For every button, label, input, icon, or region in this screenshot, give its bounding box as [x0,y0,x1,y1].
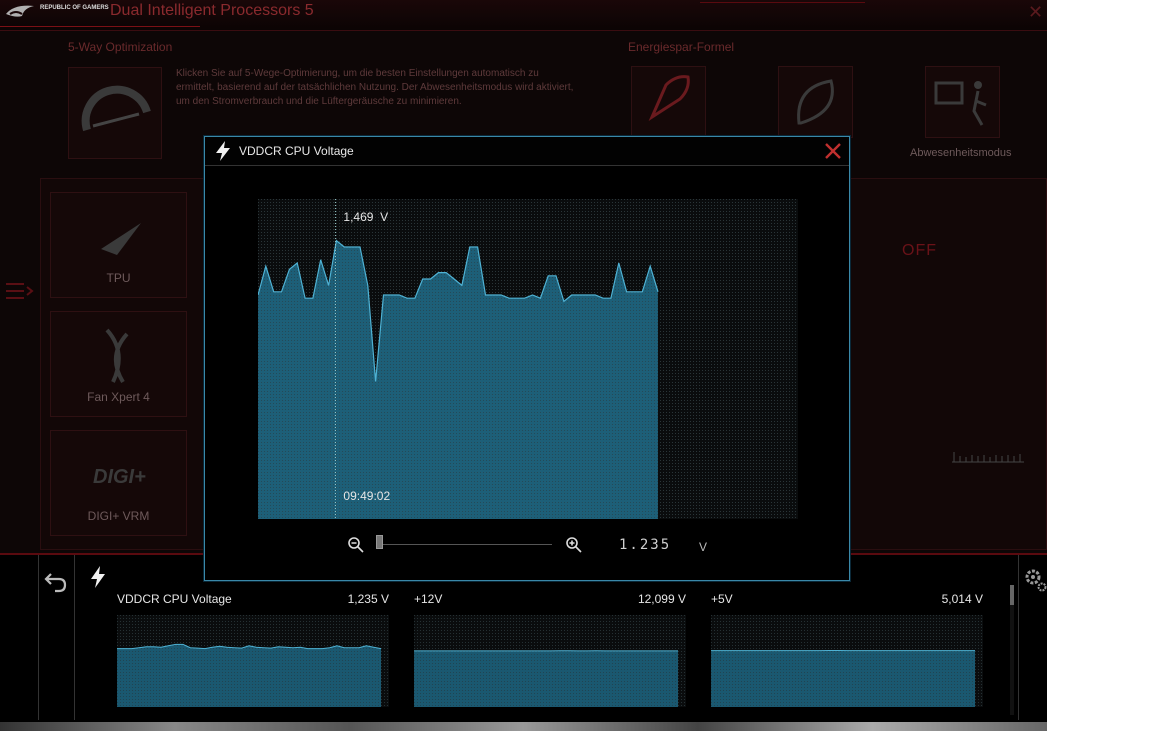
optimization-button[interactable] [68,67,162,159]
gauge-icon [81,85,151,132]
monitor-chart-12v[interactable] [414,615,686,707]
mini-chart-area-texture [117,644,381,707]
monitor-scrollbar[interactable] [1010,585,1014,715]
monitor-chart-5v[interactable] [711,615,983,707]
monitor-chart-vddcr[interactable] [117,615,389,707]
logo-text: REPUBLIC OF GAMERS [40,5,109,11]
voltage-detail-dialog: VDDCR CPU Voltage 1,469 V 09:49:02 1.235 … [204,136,850,581]
divider [38,555,39,720]
rog-logo: REPUBLIC OF GAMERS [4,2,109,24]
rocket-mode-button[interactable] [631,66,706,138]
dialog-header: VDDCR CPU Voltage [205,137,849,166]
undo-icon[interactable] [42,567,70,595]
rocket-icon [648,75,690,121]
current-voltage-readout: 1.235 [619,537,672,553]
tpu-label: TPU [106,271,131,285]
monitor-scroll-thumb[interactable] [1010,585,1014,605]
energy-title: Energiespar-Formel [628,40,735,54]
monitor-value-12v: 12,099 V [637,592,686,606]
title-accent-line [0,26,200,27]
optimization-title: 5-Way Optimization [68,40,173,54]
leaf-icon [797,79,834,125]
mini-chart-area-texture [414,650,678,707]
monitor-label-12v: +12V [414,592,443,606]
eco-mode-button[interactable] [778,66,853,138]
digi-vrm-label: DIGI+ VRM [87,509,150,523]
bolt-icon[interactable] [88,565,108,589]
cursor-time-label: 09:49:02 [343,489,390,503]
fan-xpert-button[interactable]: Fan Xpert 4 [50,311,187,417]
zoom-out-icon[interactable] [347,536,365,554]
bolt-icon [216,141,230,161]
monitor-value-5v: 5,014 V [941,592,983,606]
title-bar: REPUBLIC OF GAMERS Dual Intelligent Proc… [0,0,1047,31]
menu-icon[interactable] [4,280,34,304]
rog-eye-icon [6,5,34,17]
voltage-history-chart[interactable]: 1,469 V 09:49:02 [258,199,798,519]
digi-vrm-button[interactable]: DIGI+ DIGI+ VRM [50,430,187,536]
zoom-slider-track[interactable] [377,544,552,545]
close-icon[interactable] [822,140,844,162]
zoom-slider-thumb[interactable] [376,535,383,549]
monitor-value-vddcr: 1,235 V [347,592,389,606]
zoom-controls: 1.235 V [205,532,849,562]
cursor-value-label: 1,469 V [343,210,388,224]
away-icon [934,81,987,126]
monitor-label-5v: +5V [711,592,733,606]
monitor-label-vddcr: VDDCR CPU Voltage [117,592,232,606]
svg-text:DIGI+: DIGI+ [93,466,146,488]
zoom-in-icon[interactable] [565,536,583,554]
away-mode-button[interactable] [925,66,1000,138]
optimization-description: Klicken Sie auf 5-Wege-Optimierung, um d… [176,68,574,107]
divider [1018,555,1019,720]
window-close-button[interactable]: ✕ [1028,2,1043,23]
away-mode-label: Abwesenheitsmodus [910,147,1012,159]
fan-xpert-label: Fan Xpert 4 [87,390,150,404]
tpu-icon [101,223,141,255]
dialog-title: VDDCR CPU Voltage [239,144,354,158]
current-voltage-unit: V [699,540,708,554]
title-accent-line [700,2,865,3]
tpu-button[interactable]: TPU [50,192,187,298]
background-strip [0,722,1047,731]
gear-icon[interactable] [1022,565,1047,593]
digi-icon: DIGI+ [93,466,146,488]
fan-icon [105,328,129,384]
background-mini-graph [952,452,1024,463]
divider [74,555,75,720]
off-status-label: OFF [902,242,937,259]
app-title: Dual Intelligent Processors 5 [110,2,314,19]
mini-chart-area-texture [711,650,975,707]
